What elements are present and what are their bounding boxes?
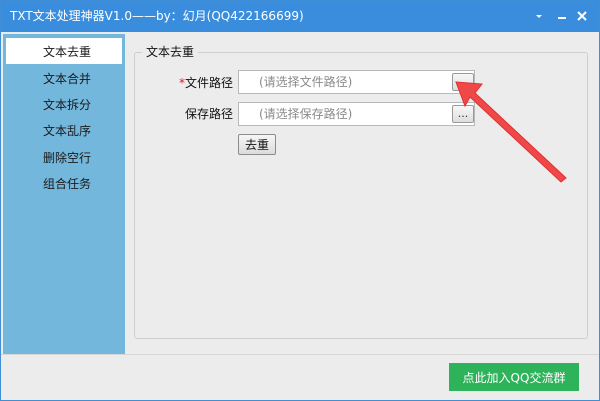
sidebar-item-label: 文本乱序 — [42, 123, 91, 138]
file-path-browse-button[interactable]: ... — [452, 73, 474, 91]
sidebar-item-label: 删除空行 — [42, 150, 91, 165]
dropdown-triangle-icon[interactable] — [528, 5, 550, 27]
title-bar[interactable]: TXT文本处理神器V1.0——by：幻月(QQ422166699) — [1, 1, 599, 32]
file-path-input[interactable] — [238, 70, 475, 94]
dedupe-button[interactable]: 去重 — [238, 134, 276, 155]
group-title: 文本去重 — [142, 45, 199, 59]
sidebar-item-combined-task[interactable]: 组合任务 — [6, 170, 122, 196]
sidebar-item-label: 组合任务 — [42, 176, 91, 191]
sidebar-item-dedupe[interactable]: 文本去重 — [6, 38, 122, 64]
save-path-input[interactable] — [238, 102, 475, 126]
file-path-label: *文件路径 — [178, 76, 233, 90]
dedupe-groupbox — [134, 52, 588, 339]
app-window: TXT文本处理神器V1.0——by：幻月(QQ422166699) 文本去重 文… — [0, 0, 600, 401]
main-panel: 文本去重 *文件路径 ... 保存路径 ... 去重 — [125, 34, 597, 354]
window-title: TXT文本处理神器V1.0——by：幻月(QQ422166699) — [10, 9, 304, 23]
sidebar-item-remove-blank-lines[interactable]: 删除空行 — [6, 144, 122, 170]
sidebar-item-split[interactable]: 文本拆分 — [6, 91, 122, 117]
save-path-label: 保存路径 — [184, 107, 233, 121]
sidebar-item-label: 文本拆分 — [42, 97, 91, 112]
sidebar-item-label: 文本合并 — [42, 71, 91, 86]
join-qq-group-button[interactable]: 点此加入QQ交流群 — [449, 363, 579, 391]
footer-divider — [1, 354, 599, 355]
sidebar-item-merge[interactable]: 文本合并 — [6, 65, 122, 91]
sidebar-nav: 文本去重 文本合并 文本拆分 文本乱序 删除空行 组合任务 — [3, 34, 125, 354]
sidebar-item-shuffle[interactable]: 文本乱序 — [6, 117, 122, 143]
minimize-icon[interactable] — [551, 5, 573, 27]
save-path-browse-button[interactable]: ... — [452, 105, 474, 123]
close-icon[interactable] — [571, 5, 593, 27]
sidebar-item-label: 文本去重 — [42, 44, 91, 59]
